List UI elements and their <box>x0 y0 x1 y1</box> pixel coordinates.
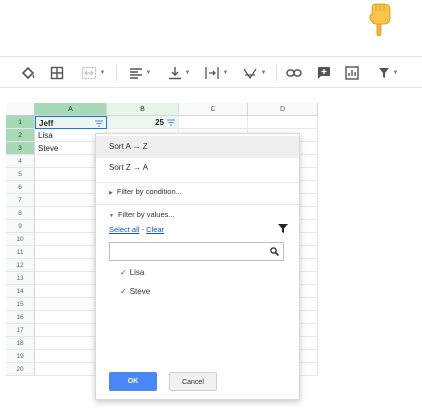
chevron-down-icon: ▼ <box>222 70 229 76</box>
row-header[interactable]: 7 <box>6 194 35 207</box>
fill-color-button[interactable] <box>16 63 40 83</box>
row-header[interactable]: 12 <box>6 259 35 272</box>
value-checkbox-item[interactable]: ✓ Lisa <box>120 268 144 277</box>
row-header[interactable]: 2 <box>6 129 35 142</box>
column-header-a[interactable]: A <box>35 103 107 116</box>
vertical-align-icon <box>168 67 181 80</box>
text-rotation-icon <box>242 68 257 80</box>
borders-icon <box>50 66 64 80</box>
filter-by-values-label: Filter by values... <box>117 210 175 219</box>
row-header[interactable]: 5 <box>6 168 35 181</box>
horizontal-align-icon <box>129 68 142 79</box>
cell-b1-value: 25 <box>155 118 164 127</box>
text-wrapping-icon <box>204 67 219 79</box>
formatting-toolbar: ▼ ▼ ▼ ▼ ▼ ▼ <box>0 56 422 88</box>
cancel-button[interactable]: Cancel <box>169 372 217 391</box>
column-header-d[interactable]: D <box>248 103 318 116</box>
insert-comment-icon <box>318 67 330 79</box>
merge-cells-button[interactable]: ▼ <box>76 63 110 83</box>
value-label: Lisa <box>129 268 145 277</box>
column-header-c[interactable]: C <box>179 103 248 116</box>
select-all-link[interactable]: Select all <box>109 225 139 234</box>
insert-link-button[interactable] <box>283 63 305 83</box>
sort-a-z-option[interactable]: Sort A → Z <box>96 136 299 158</box>
row-header[interactable]: 3 <box>6 142 35 155</box>
pointing-hand-icon <box>368 2 392 37</box>
insert-chart-button[interactable] <box>341 63 363 83</box>
filter-by-condition-toggle[interactable]: ▶ Filter by condition... <box>109 187 182 196</box>
borders-button[interactable] <box>46 63 68 83</box>
sort-z-a-option[interactable]: Sort Z → A <box>96 157 299 179</box>
text-rotation-button[interactable]: ▼ <box>238 63 270 83</box>
chevron-down-icon: ▼ <box>145 70 152 76</box>
row-header[interactable]: 19 <box>6 350 35 363</box>
search-icon <box>270 247 279 256</box>
row-header[interactable]: 4 <box>6 155 35 168</box>
filter-button[interactable]: ▼ <box>371 63 405 83</box>
row-header[interactable]: 8 <box>6 207 35 220</box>
vertical-align-button[interactable]: ▼ <box>164 63 194 83</box>
checkmark-icon: ✓ <box>120 287 127 296</box>
row-header[interactable]: 9 <box>6 220 35 233</box>
value-checkbox-item[interactable]: ✓ Steve <box>120 287 150 296</box>
filter-by-values-toggle[interactable]: ▼ Filter by values... <box>109 210 175 219</box>
row-header[interactable]: 10 <box>6 233 35 246</box>
clear-link[interactable]: Clear <box>146 225 164 234</box>
row-header[interactable]: 6 <box>6 181 35 194</box>
column-filter-icon[interactable] <box>95 120 103 127</box>
insert-link-icon <box>286 69 302 77</box>
chevron-down-icon: ▼ <box>184 70 191 76</box>
row-header[interactable]: 17 <box>6 324 35 337</box>
cell-b1[interactable]: 25 <box>107 116 179 129</box>
chevron-down-icon: ▼ <box>109 213 114 219</box>
select-all-corner[interactable] <box>6 103 35 116</box>
chevron-down-icon: ▼ <box>392 70 399 76</box>
insert-chart-icon <box>345 66 359 80</box>
row-header[interactable]: 20 <box>6 363 35 376</box>
chevron-down-icon: ▼ <box>99 70 106 76</box>
row-header[interactable]: 14 <box>6 285 35 298</box>
value-search-input[interactable] <box>109 242 284 261</box>
chevron-down-icon: ▼ <box>260 70 267 76</box>
column-header-b[interactable]: B <box>107 103 179 116</box>
chevron-right-icon: ▶ <box>109 190 113 196</box>
filter-dropdown-menu: Sort A → Z Sort Z → A ▶ Filter by conditi… <box>95 133 300 400</box>
row-header[interactable]: 15 <box>6 298 35 311</box>
merge-cells-icon <box>81 66 96 80</box>
checkmark-icon: ✓ <box>120 268 127 277</box>
text-wrapping-button[interactable]: ▼ <box>200 63 232 83</box>
grid-cell[interactable] <box>248 116 318 129</box>
filter-icon <box>378 68 389 78</box>
row-header[interactable]: 11 <box>6 246 35 259</box>
cell-a1-value: Jeff <box>39 119 54 128</box>
column-filter-icon[interactable] <box>167 119 175 126</box>
row-header[interactable]: 16 <box>6 311 35 324</box>
filter-funnel-icon[interactable] <box>278 224 288 233</box>
grid-cell[interactable] <box>179 116 248 129</box>
fill-color-icon <box>21 66 35 80</box>
ok-button[interactable]: OK <box>109 372 157 391</box>
cell-a1[interactable]: Jeff <box>35 116 107 129</box>
insert-comment-button[interactable] <box>313 63 335 83</box>
filter-by-condition-label: Filter by condition... <box>116 187 182 196</box>
row-header[interactable]: 13 <box>6 272 35 285</box>
horizontal-align-button[interactable]: ▼ <box>124 63 156 83</box>
row-header[interactable]: 18 <box>6 337 35 350</box>
value-label: Steve <box>129 287 151 296</box>
row-header[interactable]: 1 <box>6 116 35 129</box>
